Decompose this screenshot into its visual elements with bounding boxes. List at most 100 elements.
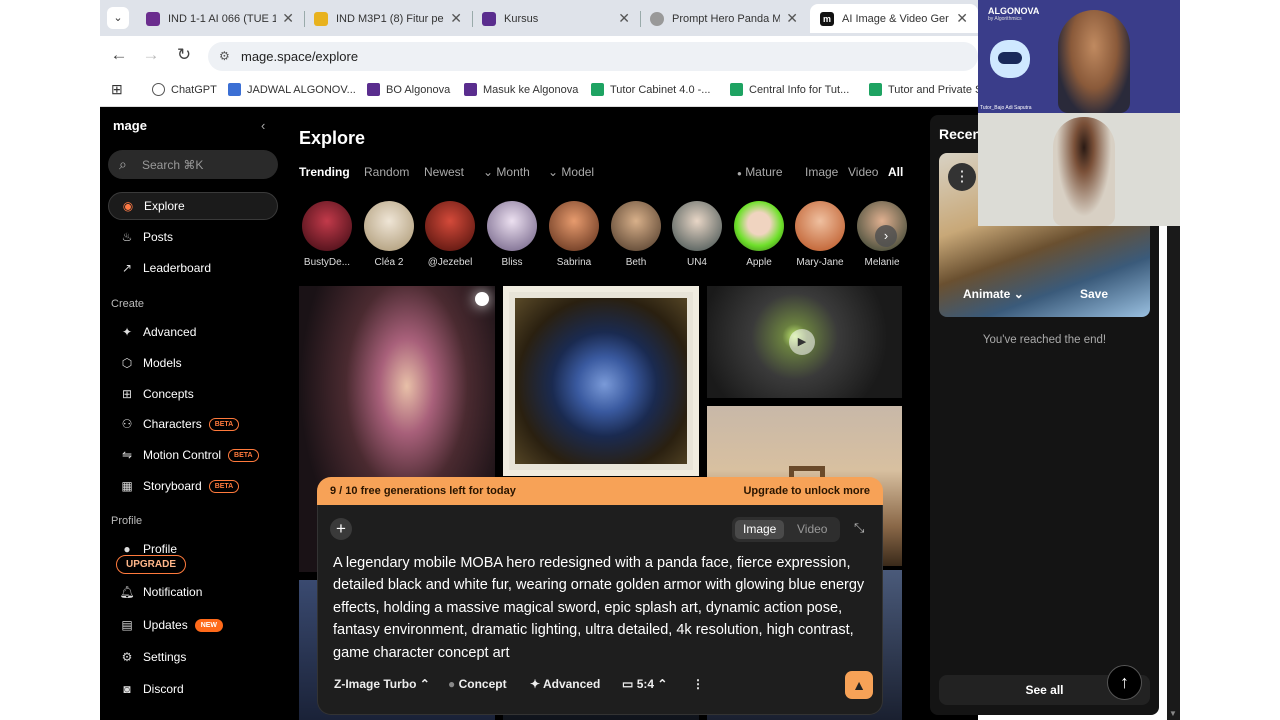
bookmarks-bar: ⊞ ChatGPT JADWAL ALGONOV... BO Algonova …: [100, 76, 982, 107]
free-generations-banner: 9 / 10 free generations left for today Up…: [317, 477, 883, 507]
filter-all[interactable]: All: [888, 165, 903, 179]
prompt-composer: + Image Video ⤡ A legendary mobile MOBA …: [317, 505, 883, 715]
nav-characters[interactable]: ⚇ Characters BETA: [108, 410, 278, 438]
minimize-icon[interactable]: ⤡: [854, 520, 864, 536]
character-avatar[interactable]: Mary-Jane: [794, 201, 846, 268]
sidebar: mage ‹ ⌕ Search ⌘K ◉ Explore ♨ Posts ↗ Leade…: [100, 108, 289, 720]
aspect-ratio-selector[interactable]: ▭ 5:4 ⌃: [622, 677, 667, 691]
webcam-student: [978, 113, 1180, 226]
filter-image[interactable]: Image: [805, 165, 838, 179]
bookmark-7[interactable]: Tutor and Private S: [869, 83, 982, 96]
advanced-button[interactable]: ✦ Advanced: [530, 677, 600, 691]
nav-posts[interactable]: ♨ Posts: [108, 223, 278, 251]
model-selector[interactable]: Z-Image Turbo ⌃: [334, 677, 430, 691]
avatar-image: [795, 201, 845, 251]
close-tab-icon[interactable]: ✕: [956, 10, 968, 27]
character-avatar[interactable]: UN4: [671, 201, 723, 268]
tab-1[interactable]: IND 1-1 AI 066 (TUE 1 ✕: [136, 4, 304, 33]
concept-selector[interactable]: ● Concept: [448, 677, 507, 691]
gallery-image-blue-rose[interactable]: [503, 286, 699, 476]
end-of-list-text: You've reached the end!: [982, 334, 1107, 346]
play-icon[interactable]: ▶: [789, 329, 815, 355]
chevron-right-icon[interactable]: ›: [875, 225, 897, 247]
bookmark-5[interactable]: Tutor Cabinet 4.0 -...: [591, 83, 710, 96]
apps-grid-icon[interactable]: ⊞: [111, 81, 123, 98]
collapse-sidebar-icon[interactable]: ‹: [261, 118, 265, 133]
tab-3[interactable]: Kursus ✕: [472, 4, 640, 33]
nav-models[interactable]: ⬡ Models: [108, 349, 278, 377]
browser-window: ⌄ IND 1-1 AI 066 (TUE 1 ✕ IND M3P1 (8) Fi…: [100, 0, 982, 720]
bookmark-2[interactable]: JADWAL ALGONOV...: [228, 83, 356, 96]
animate-button[interactable]: Animate ⌄: [963, 287, 1024, 301]
bookmark-1[interactable]: ChatGPT: [152, 83, 217, 96]
tab-4[interactable]: Prompt Hero Panda M ✕: [640, 4, 808, 33]
nav-explore[interactable]: ◉ Explore: [108, 192, 278, 220]
tab-newest[interactable]: Newest: [424, 165, 464, 179]
nav-storyboard[interactable]: ▦ Storyboard BETA: [108, 472, 278, 500]
nav-advanced[interactable]: ✦ Advanced: [108, 318, 278, 346]
app-logo[interactable]: mage: [113, 118, 147, 133]
nav-motion-control[interactable]: ⇋ Motion Control BETA: [108, 441, 278, 469]
bookmark-6[interactable]: Central Info for Tut...: [730, 83, 849, 96]
tab-2[interactable]: IND M3P1 (8) Fitur pe ✕: [304, 4, 472, 33]
shortcut-hint: ⌘K: [183, 158, 204, 172]
nav-discord[interactable]: ◙ Discord: [108, 675, 278, 703]
close-tab-icon[interactable]: ✕: [282, 10, 294, 27]
more-options-icon[interactable]: ⋮: [692, 677, 704, 691]
model-dropdown[interactable]: ⌄ Model: [548, 165, 594, 179]
close-tab-icon[interactable]: ✕: [618, 10, 630, 27]
more-options-icon[interactable]: ⋮: [948, 163, 976, 191]
month-dropdown[interactable]: ⌄ Month: [483, 165, 530, 179]
algonova-icon: [464, 83, 477, 96]
character-avatar[interactable]: Bliss: [486, 201, 538, 268]
mode-video-button[interactable]: Video: [789, 520, 835, 539]
upgrade-button[interactable]: UPGRADE: [116, 555, 187, 574]
gallery-video-green-hair[interactable]: ▶: [707, 286, 902, 398]
film-icon: ▦: [121, 479, 133, 493]
generate-button[interactable]: ▲: [845, 671, 873, 699]
tab-random[interactable]: Random: [364, 165, 409, 179]
prompt-textarea[interactable]: A legendary mobile MOBA hero redesigned …: [333, 552, 873, 664]
close-tab-icon[interactable]: ✕: [786, 10, 798, 27]
nav-settings[interactable]: ⚙ Settings: [108, 643, 278, 671]
save-button[interactable]: Save: [1080, 287, 1108, 301]
reload-icon[interactable]: ↻: [173, 45, 195, 65]
tab-5-active[interactable]: m AI Image & Video Ger ✕: [810, 4, 978, 33]
forward-icon[interactable]: →: [140, 45, 162, 65]
nav-notification[interactable]: 🔔︎ Notification: [108, 578, 278, 606]
tab-favicon-icon: [482, 11, 496, 26]
mode-toggle: Image Video: [732, 517, 840, 542]
tab-trending[interactable]: Trending: [299, 165, 350, 179]
add-attachment-button[interactable]: +: [330, 518, 352, 540]
tab-search-button[interactable]: ⌄: [107, 7, 129, 29]
character-avatar[interactable]: BustyDe...: [301, 201, 353, 268]
cube-icon: ⬡: [121, 356, 133, 370]
back-icon[interactable]: ←: [108, 45, 130, 65]
bookmark-4[interactable]: Masuk ke Algonova: [464, 83, 578, 96]
close-tab-icon[interactable]: ✕: [450, 10, 462, 27]
chevron-up-icon: ⌃: [657, 677, 668, 691]
upgrade-link[interactable]: Upgrade to unlock more: [743, 485, 870, 497]
beta-badge: BETA: [208, 479, 240, 493]
character-avatar[interactable]: Cléa 2: [363, 201, 415, 268]
search-input[interactable]: ⌕ Search ⌘K: [108, 150, 278, 179]
nav-concepts[interactable]: ⊞ Concepts: [108, 380, 278, 408]
dot-icon: ●: [737, 169, 742, 178]
avatar-image: [672, 201, 722, 251]
character-avatar[interactable]: Beth: [610, 201, 662, 268]
users-icon: ⚇: [121, 417, 133, 431]
character-avatar[interactable]: Sabrina: [548, 201, 600, 268]
url-field[interactable]: ⚙ mage.space/explore: [208, 42, 978, 71]
character-avatar[interactable]: Apple: [733, 201, 785, 268]
site-settings-icon[interactable]: ⚙: [219, 49, 230, 63]
character-avatar[interactable]: @Jezebel: [424, 201, 476, 268]
nav-leaderboard[interactable]: ↗ Leaderboard: [108, 254, 278, 282]
scroll-to-top-button[interactable]: ↑: [1107, 665, 1142, 700]
nav-updates[interactable]: ▤ Updates NEW: [108, 611, 278, 639]
bookmark-3[interactable]: BO Algonova: [367, 83, 450, 96]
sheets-icon: [869, 83, 882, 96]
tab-title: IND M3P1 (8) Fitur pe: [336, 12, 444, 25]
filter-video[interactable]: Video: [848, 165, 878, 179]
mature-toggle[interactable]: ● Mature: [737, 165, 783, 179]
mode-image-button[interactable]: Image: [735, 520, 785, 539]
